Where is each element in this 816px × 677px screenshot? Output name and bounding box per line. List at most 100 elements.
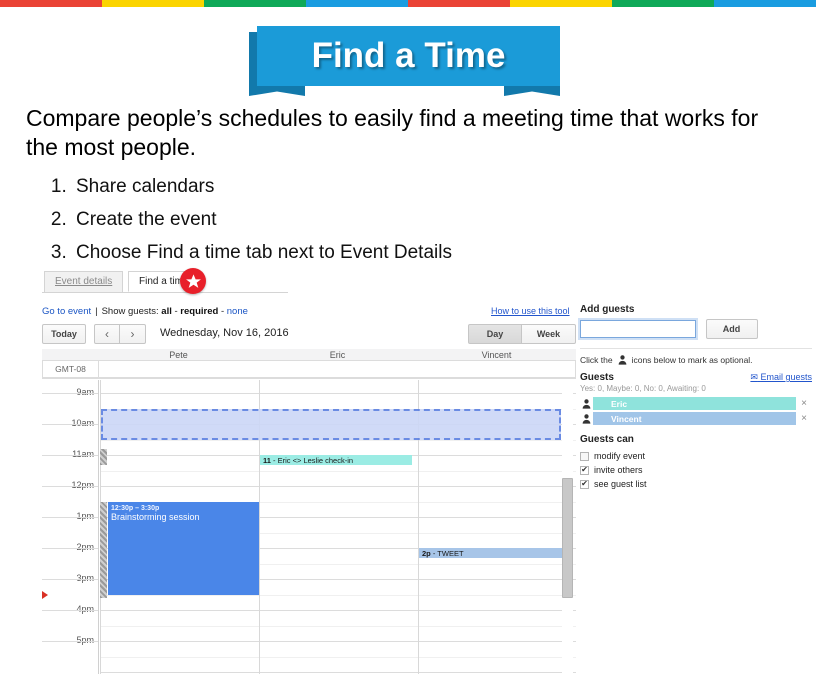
grid-hour-line	[100, 610, 576, 611]
grid-half-hour-line	[100, 439, 576, 441]
column-header-vincent: Vincent	[481, 350, 512, 360]
event-time: 12:30p – 3:30p	[111, 504, 160, 512]
busy-indicator-stripe	[100, 449, 107, 465]
column-header-pete: Pete	[169, 350, 188, 360]
ribbon-right-notch	[504, 86, 560, 96]
how-to-use-link[interactable]: How to use this tool	[491, 306, 570, 316]
color-bar-segment	[102, 0, 204, 7]
rsvp-summary: Yes: 0, Maybe: 0, No: 0, Awaiting: 0	[580, 384, 706, 393]
guest-name: Vincent	[593, 412, 796, 425]
view-week-button[interactable]: Week	[522, 324, 576, 344]
color-bar-segment	[0, 0, 102, 7]
calendar-time-grid: 9am 10am 11am 12pm 1pm 2pm 3pm 4pm 5pm 12:30p – …	[42, 380, 576, 674]
grid-half-hour-line	[100, 656, 576, 658]
time-axis-tick	[42, 610, 98, 611]
remove-guest-icon[interactable]: ×	[796, 413, 812, 424]
grid-hour-line	[100, 672, 576, 673]
permissions-list: modify event ✔ invite others ✔ see guest lis…	[580, 449, 812, 491]
grid-hour-line	[100, 486, 576, 487]
filter-all[interactable]: all	[161, 306, 172, 317]
optional-hint-prefix: Click the	[580, 355, 613, 365]
go-to-event-link[interactable]: Go to event	[42, 306, 91, 317]
time-axis-label: 2pm	[76, 542, 94, 552]
timezone-label: GMT-08	[42, 360, 99, 378]
time-axis-label: 4pm	[76, 604, 94, 614]
event-title: Brainstorming session	[111, 511, 200, 522]
proposed-time-block[interactable]	[101, 408, 561, 440]
next-day-button[interactable]: ›	[120, 324, 146, 344]
color-bar-segment	[204, 0, 306, 7]
busy-indicator-stripe	[100, 501, 107, 598]
envelope-icon: ✉	[750, 372, 758, 382]
permission-row[interactable]: modify event	[580, 449, 812, 463]
permission-label: modify event	[594, 451, 646, 461]
optional-hint-suffix: icons below to mark as optional.	[631, 355, 753, 365]
add-guests-input[interactable]	[578, 318, 698, 340]
filter-dash-1: -	[174, 306, 178, 317]
email-guests-link[interactable]: ✉ Email guests	[750, 372, 812, 383]
tab-bar: Event details Find a time	[42, 271, 782, 293]
checkbox-icon[interactable]	[580, 451, 589, 461]
filter-dash-2: -	[220, 306, 225, 317]
event-title: - Eric <> Leslie check-in	[273, 456, 354, 465]
grid-hour-line	[100, 393, 576, 394]
guest-name: Eric	[593, 397, 796, 410]
title-banner: Find a Time	[0, 26, 816, 96]
time-axis-column: 9am 10am 11am 12pm 1pm 2pm 3pm 4pm 5pm	[42, 380, 99, 674]
status-separator: |	[95, 306, 98, 317]
checkbox-icon[interactable]: ✔	[580, 465, 589, 475]
color-bar-segment	[408, 0, 510, 7]
show-guests-label: Show guests:	[101, 306, 159, 317]
prev-day-button[interactable]: ‹	[94, 324, 120, 344]
time-axis-tick	[42, 548, 98, 549]
checkbox-icon[interactable]: ✔	[580, 479, 589, 489]
guest-list-item[interactable]: Eric ×	[580, 397, 812, 410]
lead-paragraph: Compare people’s schedules to easily fin…	[26, 105, 759, 160]
step-item: Share calendars	[72, 170, 784, 203]
color-bar-segment	[714, 0, 816, 7]
tab-underline	[42, 292, 288, 293]
current-time-marker	[42, 591, 48, 600]
all-day-row[interactable]	[99, 360, 576, 378]
person-icon[interactable]	[580, 398, 593, 409]
slide-page: Find a Time Compare people’s schedules t…	[0, 0, 816, 677]
time-axis-label: 9am	[76, 387, 94, 397]
calendar-body[interactable]: 12:30p – 3:30p Brainstorming session 11 - …	[100, 380, 576, 674]
calendar-scrollbar[interactable]	[562, 380, 573, 674]
person-icon[interactable]	[580, 413, 593, 424]
guests-can-section: Guests can modify event ✔ invite others ✔ se…	[580, 434, 812, 491]
find-a-time-screenshot: Event details Find a time Go to event | Sh…	[36, 268, 816, 677]
time-axis-tick	[42, 517, 98, 518]
time-axis-tick	[42, 486, 98, 487]
color-bar-segment	[306, 0, 408, 7]
view-switcher: Day Week	[468, 324, 576, 344]
filter-required[interactable]: required	[180, 306, 218, 317]
permission-label: invite others	[594, 465, 643, 475]
email-guests-label: Email guests	[760, 372, 812, 382]
today-button[interactable]: Today	[42, 324, 86, 344]
step-item: Create the event	[72, 203, 784, 236]
time-axis-label: 11am	[72, 449, 94, 459]
grid-half-hour-line	[100, 470, 576, 472]
permission-row[interactable]: ✔ see guest list	[580, 477, 812, 491]
view-day-button[interactable]: Day	[468, 324, 522, 344]
permission-label: see guest list	[594, 479, 647, 489]
calendar-event[interactable]: 12:30p – 3:30p Brainstorming session	[108, 501, 259, 595]
event-title: - TWEET	[432, 549, 464, 558]
add-guests-row: Add	[578, 318, 812, 340]
calendar-event[interactable]: 11 - Eric <> Leslie check-in	[260, 455, 412, 465]
optional-hint: Click the icons below to mark as optiona…	[580, 355, 812, 365]
step-item: Choose Find a time tab next to Event Det…	[72, 236, 784, 269]
remove-guest-icon[interactable]: ×	[796, 398, 812, 409]
time-axis-label: 1pm	[76, 511, 94, 521]
calendar-event[interactable]: 2p - TWEET	[419, 548, 564, 558]
calendar-toolbar: Today ‹ › Wednesday, Nov 16, 2016 Day We…	[42, 324, 576, 346]
filter-none[interactable]: none	[227, 306, 248, 317]
permission-row[interactable]: ✔ invite others	[580, 463, 812, 477]
guests-header: Guests ✉ Email guests	[580, 372, 812, 383]
event-time: 2p	[422, 549, 431, 558]
add-guest-button[interactable]: Add	[705, 319, 758, 339]
guest-list-item[interactable]: Vincent ×	[580, 412, 812, 425]
scrollbar-thumb[interactable]	[562, 478, 573, 598]
tab-event-details[interactable]: Event details	[44, 271, 124, 292]
